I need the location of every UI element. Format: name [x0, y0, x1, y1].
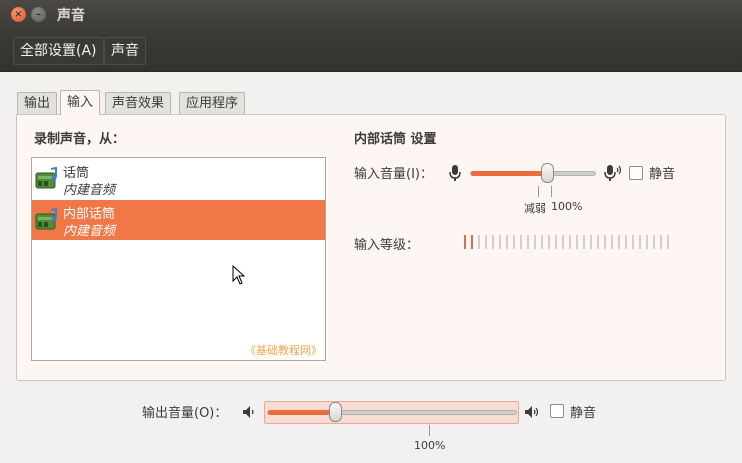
level-bar	[618, 235, 620, 249]
output-volume-handle[interactable]	[329, 402, 342, 422]
microphone-icon	[449, 165, 461, 181]
hundred-percent-mark-label: 100%	[551, 200, 583, 213]
level-bar	[597, 235, 599, 249]
audio-device-icon	[35, 167, 57, 189]
output-volume-slider[interactable]	[267, 410, 517, 415]
level-bar	[499, 235, 501, 249]
level-bar	[541, 235, 543, 249]
level-bar	[478, 235, 480, 249]
window-title: 声音	[57, 8, 85, 24]
tab-output[interactable]: 输出	[17, 92, 58, 115]
input-mute-label[interactable]: 静音	[649, 163, 675, 182]
level-bar	[660, 235, 662, 249]
level-bar	[604, 235, 606, 249]
level-bar	[562, 235, 564, 249]
input-volume-label: 输入音量(I)：	[354, 167, 433, 182]
input-mute-checkbox[interactable]	[629, 166, 643, 180]
output-mute-checkbox[interactable]	[550, 404, 564, 418]
input-level-label: 输入等级：	[354, 238, 420, 253]
level-bar	[527, 235, 529, 249]
watermark-text: 《基础教程网》	[245, 344, 322, 357]
mouse-pointer-icon	[232, 265, 246, 285]
slider-tick	[551, 186, 552, 197]
close-button[interactable]: ×	[11, 7, 26, 22]
level-bar	[513, 235, 515, 249]
output-volume-label: 输出音量(O)：	[142, 406, 228, 421]
output-hundred-percent-label: 100%	[414, 439, 446, 452]
input-volume-slider[interactable]	[470, 171, 596, 176]
level-bar	[646, 235, 648, 249]
speaker-high-icon	[525, 406, 539, 418]
input-volume-handle[interactable]	[541, 163, 554, 183]
level-bar	[639, 235, 641, 249]
level-bar	[492, 235, 494, 249]
level-bar	[611, 235, 613, 249]
output-mute-label[interactable]: 静音	[570, 402, 596, 421]
speaker-low-icon	[243, 406, 254, 418]
tab-applications[interactable]: 应用程序	[179, 92, 246, 115]
level-bar	[548, 235, 550, 249]
level-bar	[485, 235, 487, 249]
device-subtitle: 内建音频	[63, 224, 116, 239]
input-volume-fill	[471, 171, 546, 176]
level-bar	[569, 235, 571, 249]
input-level-meter	[464, 235, 674, 249]
level-bar	[632, 235, 634, 249]
slider-tick	[429, 425, 430, 436]
tab-input[interactable]: 输入	[60, 90, 101, 115]
device-settings-title: 内部话筒 设置	[354, 132, 437, 147]
level-bar	[534, 235, 536, 249]
level-bar	[506, 235, 508, 249]
level-bar	[590, 235, 592, 249]
level-bar	[555, 235, 557, 249]
all-settings-button[interactable]: 全部设置(A)	[13, 37, 104, 65]
device-subtitle: 内建音频	[63, 183, 116, 198]
minimize-button[interactable]: –	[31, 7, 46, 22]
level-bar	[583, 235, 585, 249]
level-bar	[625, 235, 627, 249]
list-item[interactable]: 话筒 内建音频	[32, 159, 325, 199]
level-bar	[464, 235, 466, 249]
close-icon: ×	[14, 9, 23, 20]
input-device-list[interactable]: 话筒 内建音频 内部话筒 内建音频 《基础教程网》	[31, 157, 326, 361]
record-from-label: 录制声音，从：	[34, 132, 126, 147]
level-bar	[653, 235, 655, 249]
toolbar: 全部设置(A) 声音	[0, 30, 742, 72]
minimize-icon: –	[36, 9, 41, 20]
title-bar: × – 声音	[0, 0, 742, 30]
level-bar	[576, 235, 578, 249]
microphone-loud-icon	[604, 165, 622, 181]
audio-device-icon	[35, 208, 57, 230]
level-bar	[667, 235, 669, 249]
tab-sound-effects[interactable]: 声音效果	[105, 92, 172, 115]
breadcrumb-sound-button[interactable]: 声音	[104, 37, 146, 65]
slider-tick	[538, 186, 539, 197]
level-bar	[471, 235, 473, 249]
level-bar	[520, 235, 522, 249]
weak-mark-label: 减弱	[524, 202, 546, 215]
list-item-selected[interactable]: 内部话筒 内建音频	[32, 200, 325, 240]
